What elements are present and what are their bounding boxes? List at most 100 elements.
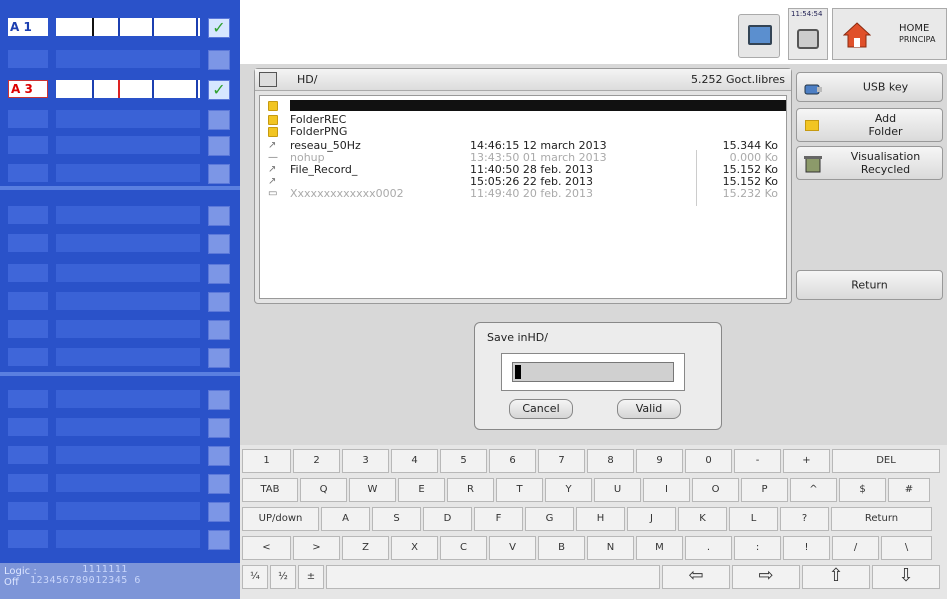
channel-label[interactable] (8, 320, 48, 338)
key[interactable]: < (242, 536, 291, 560)
key[interactable]: / (832, 536, 879, 560)
key[interactable]: 2 (293, 449, 340, 473)
channel-label[interactable] (8, 164, 48, 182)
channel-enabled-checkbox[interactable]: ✓ (208, 80, 230, 100)
key[interactable]: P (741, 478, 788, 502)
network-button[interactable] (738, 14, 780, 58)
delete-key[interactable]: DEL (832, 449, 940, 473)
channel-checkbox[interactable] (208, 164, 230, 184)
file-list[interactable]: FolderREC FolderPNG ↗ reseau_50Hz 14:46:15 1… (259, 95, 787, 299)
key[interactable]: Q (300, 478, 347, 502)
key[interactable]: X (391, 536, 438, 560)
channel-row[interactable] (0, 496, 240, 522)
key[interactable]: H (576, 507, 625, 531)
space-key[interactable] (326, 565, 660, 589)
channel-checkbox[interactable] (208, 206, 230, 226)
channel-checkbox[interactable] (208, 292, 230, 312)
channel-row[interactable] (0, 384, 240, 410)
channel-row[interactable]: A 3 ✓ (0, 74, 240, 100)
key[interactable]: ? (780, 507, 829, 531)
channel-label[interactable]: A 3 (8, 80, 48, 98)
channel-label[interactable] (8, 348, 48, 366)
channel-row[interactable] (0, 412, 240, 438)
cancel-button[interactable]: Cancel (509, 399, 573, 419)
file-row[interactable]: FolderPNG (260, 126, 786, 138)
key[interactable]: E (398, 478, 445, 502)
channel-row[interactable]: A 1 ✓ (0, 12, 240, 38)
channel-row[interactable] (0, 44, 240, 70)
key[interactable]: S (372, 507, 421, 531)
file-row[interactable]: ▭ Xxxxxxxxxxxxx0002 11:49:40 20 feb. 2013 1… (260, 188, 786, 200)
key[interactable]: Z (342, 536, 389, 560)
key[interactable]: M (636, 536, 683, 560)
key[interactable]: C (440, 536, 487, 560)
channel-checkbox[interactable] (208, 136, 230, 156)
channel-row[interactable] (0, 314, 240, 340)
key[interactable]: > (293, 536, 340, 560)
channel-checkbox[interactable] (208, 502, 230, 522)
channel-checkbox[interactable] (208, 418, 230, 438)
channel-checkbox[interactable] (208, 264, 230, 284)
channel-row[interactable] (0, 342, 240, 368)
add-folder-button[interactable]: Add Folder (796, 108, 943, 142)
channel-label[interactable] (8, 234, 48, 252)
channel-label[interactable] (8, 474, 48, 492)
key[interactable]: 1 (242, 449, 291, 473)
key[interactable]: A (321, 507, 370, 531)
channel-label[interactable] (8, 292, 48, 310)
key[interactable]: - (734, 449, 781, 473)
channel-label[interactable] (8, 390, 48, 408)
key[interactable]: O (692, 478, 739, 502)
key[interactable]: ¼ (242, 565, 268, 589)
key[interactable]: V (489, 536, 536, 560)
key[interactable]: Y (545, 478, 592, 502)
key[interactable]: G (525, 507, 574, 531)
key[interactable]: 3 (342, 449, 389, 473)
channel-checkbox[interactable] (208, 234, 230, 254)
channel-label[interactable] (8, 50, 48, 68)
right-arrow-key[interactable]: ⇨ (732, 565, 800, 589)
key[interactable]: T (496, 478, 543, 502)
shift-key[interactable]: UP/down (242, 507, 319, 531)
return-key[interactable]: Return (831, 507, 932, 531)
channel-row[interactable] (0, 468, 240, 494)
visualisation-recycled-button[interactable]: Visualisation Recycled (796, 146, 943, 180)
channel-row[interactable] (0, 158, 240, 184)
key[interactable]: R (447, 478, 494, 502)
channel-label[interactable] (8, 418, 48, 436)
down-arrow-key[interactable]: ⇩ (872, 565, 940, 589)
channel-label[interactable] (8, 206, 48, 224)
key[interactable]: \ (881, 536, 932, 560)
channel-label[interactable] (8, 530, 48, 548)
channel-checkbox[interactable] (208, 446, 230, 466)
key[interactable]: ^ (790, 478, 837, 502)
channel-checkbox[interactable] (208, 50, 230, 70)
channel-checkbox[interactable] (208, 320, 230, 340)
key[interactable]: W (349, 478, 396, 502)
key[interactable]: U (594, 478, 641, 502)
key[interactable]: D (423, 507, 472, 531)
key[interactable]: ! (783, 536, 830, 560)
up-arrow-key[interactable]: ⇧ (802, 565, 870, 589)
channel-row[interactable] (0, 228, 240, 254)
tab-key[interactable]: TAB (242, 478, 298, 502)
channel-enabled-checkbox[interactable]: ✓ (208, 18, 230, 38)
channel-checkbox[interactable] (208, 390, 230, 410)
key[interactable]: 0 (685, 449, 732, 473)
key[interactable]: N (587, 536, 634, 560)
channel-label[interactable] (8, 446, 48, 464)
clock-button[interactable]: 11:54:54 (788, 8, 828, 60)
valid-button[interactable]: Valid (617, 399, 681, 419)
channel-checkbox[interactable] (208, 348, 230, 368)
filename-input[interactable] (512, 362, 674, 382)
key[interactable]: : (734, 536, 781, 560)
key[interactable]: + (783, 449, 830, 473)
key[interactable]: K (678, 507, 727, 531)
channel-row[interactable] (0, 286, 240, 312)
key[interactable]: 9 (636, 449, 683, 473)
channel-checkbox[interactable] (208, 474, 230, 494)
channel-row[interactable] (0, 258, 240, 284)
home-button[interactable]: HOME PRINCIPA (832, 8, 947, 60)
key[interactable]: 8 (587, 449, 634, 473)
key[interactable]: ± (298, 565, 324, 589)
